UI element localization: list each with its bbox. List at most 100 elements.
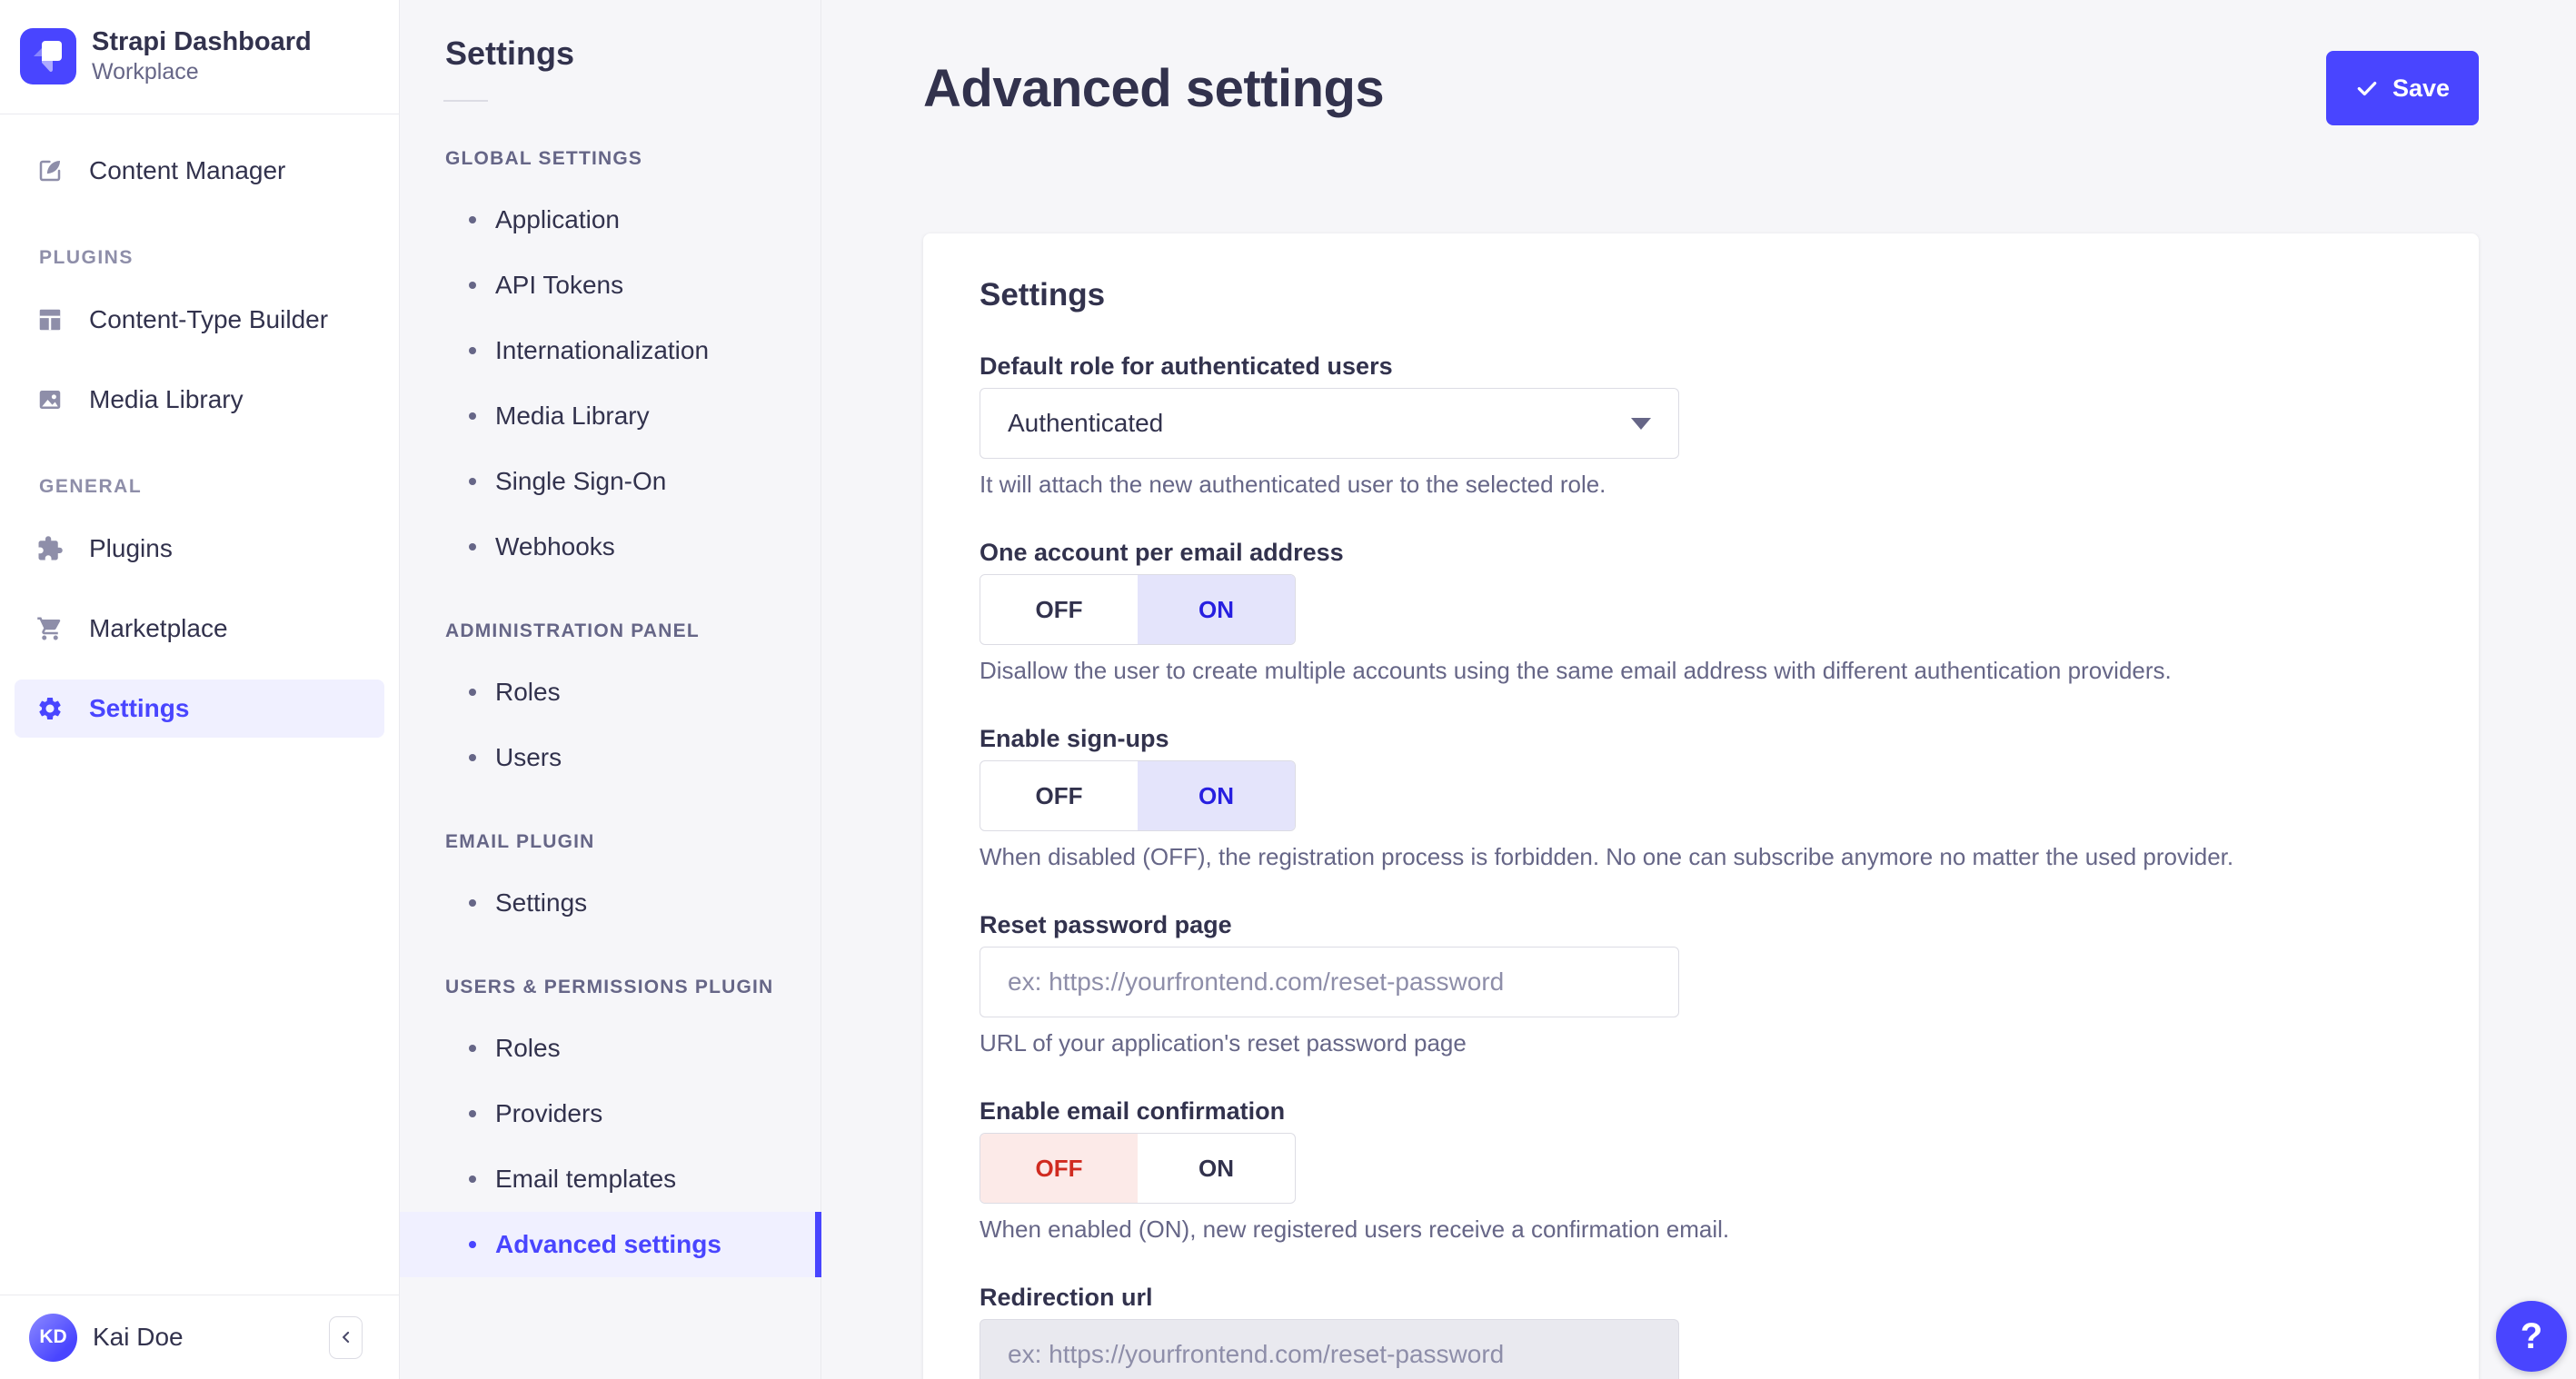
sidebar-item-content-type-builder[interactable]: Content-Type Builder (0, 280, 399, 360)
field-enable-sign-ups: Enable sign-ups OFF ON When disabled (OF… (980, 724, 2422, 872)
subnav-item-label: Settings (495, 888, 588, 917)
subnav-divider (443, 100, 488, 102)
picture-icon (39, 391, 61, 409)
subnav-item-label: Media Library (495, 402, 650, 430)
subnav-item-internationalization[interactable]: Internationalization (400, 318, 821, 383)
subnav-title: Settings (445, 35, 575, 72)
subnav-section-header: USERS & PERMISSIONS PLUGIN (445, 977, 774, 997)
subnav-item-email-templates[interactable]: Email templates (400, 1146, 821, 1212)
chevron-left-icon (342, 1331, 349, 1344)
field-label: One account per email address (980, 539, 1344, 566)
puzzle-icon (38, 536, 63, 561)
save-button-label: Save (2392, 74, 2450, 102)
sign-ups-toggle: OFF ON (980, 760, 1296, 831)
field-hint: When enabled (ON), new registered users … (980, 1215, 1730, 1243)
subnav-section-header: ADMINISTRATION PANEL (445, 620, 700, 641)
subnav-item-label: Email templates (495, 1165, 677, 1193)
sidebar-item-label: Media Library (89, 385, 244, 413)
toggle-off-option[interactable]: OFF (980, 1134, 1138, 1203)
subnav-item-single-sign-on[interactable]: Single Sign-On (400, 449, 821, 514)
default-role-select[interactable]: Authenticated (980, 388, 1679, 459)
subnav-section-users-permissions-plugin: USERS & PERMISSIONS PLUGIN Roles Provide… (400, 976, 821, 1277)
help-button[interactable]: ? (2496, 1301, 2567, 1372)
field-label: Redirection url (980, 1284, 1153, 1311)
toggle-on-option[interactable]: ON (1138, 575, 1295, 644)
subnav-section-header: EMAIL PLUGIN (445, 831, 595, 852)
workspace-name: Workplace (92, 59, 199, 84)
subnav-item-label: Webhooks (495, 532, 615, 561)
cart-icon (37, 617, 61, 640)
field-hint: Disallow the user to create multiple acc… (980, 657, 2172, 684)
avatar: KD (29, 1313, 77, 1362)
redirection-url-input (980, 1319, 1679, 1379)
sidebar-item-marketplace[interactable]: Marketplace (0, 589, 399, 669)
subnav-item-advanced-settings[interactable]: Advanced settings (400, 1212, 821, 1277)
subnav-item-label: Application (495, 205, 620, 233)
app-title: Strapi Dashboard (92, 27, 312, 56)
reset-password-input[interactable] (980, 947, 1679, 1017)
subnav-item-label: Roles (495, 1034, 561, 1062)
subnav-item-providers[interactable]: Providers (400, 1081, 821, 1146)
subnav-item-roles-admin[interactable]: Roles (400, 660, 821, 725)
email-confirmation-toggle: OFF ON (980, 1133, 1296, 1204)
sidebar-item-media-library[interactable]: Media Library (0, 360, 399, 440)
sidebar-item-plugins[interactable]: Plugins (0, 509, 399, 589)
subnav-item-roles-up[interactable]: Roles (400, 1016, 821, 1081)
subnav-item-label: Users (495, 743, 562, 771)
sidebar-section-plugins: PLUGINS (39, 247, 134, 268)
field-hint: When disabled (OFF), the registration pr… (980, 843, 2234, 870)
field-hint: URL of your application's reset password… (980, 1029, 1467, 1057)
subnav-item-label: Roles (495, 678, 561, 706)
sidebar-item-label: Plugins (89, 534, 173, 562)
subnav-item-label: API Tokens (495, 271, 624, 299)
subnav-section-header: GLOBAL SETTINGS (445, 148, 643, 169)
layout-grid-icon (39, 309, 61, 331)
field-redirection-url: Redirection url (980, 1283, 2422, 1379)
sidebar-item-label: Content Manager (89, 156, 286, 184)
field-one-account: One account per email address OFF ON Dis… (980, 538, 2422, 686)
subnav-section-administration-panel: ADMINISTRATION PANEL Roles Users (400, 620, 821, 790)
sidebar-item-settings[interactable]: Settings (0, 669, 399, 749)
save-button[interactable]: Save (2325, 51, 2479, 125)
page-title: Advanced settings (923, 58, 1385, 118)
subnav-item-application[interactable]: Application (400, 187, 821, 253)
sidebar-item-label: Settings (89, 694, 190, 722)
subnav-item-label: Internationalization (495, 336, 710, 364)
field-reset-password: Reset password page URL of your applicat… (980, 910, 2422, 1058)
subnav-section-email-plugin: EMAIL PLUGIN Settings (400, 830, 821, 936)
workspace-brand: Strapi Dashboard Workplace (0, 0, 399, 86)
check-icon (2357, 81, 2377, 96)
toggle-off-option[interactable]: OFF (980, 761, 1138, 830)
settings-card: Settings Default role for authenticated … (923, 233, 2479, 1379)
subnav-item-media-library[interactable]: Media Library (400, 383, 821, 449)
field-email-confirmation: Enable email confirmation OFF ON When en… (980, 1096, 2422, 1245)
subnav-item-users[interactable]: Users (400, 725, 821, 790)
sidebar-item-content-manager[interactable]: Content Manager (0, 131, 399, 211)
subnav-item-api-tokens[interactable]: API Tokens (400, 253, 821, 318)
subnav-item-label: Providers (495, 1099, 603, 1127)
collapse-sidebar-button[interactable] (329, 1315, 363, 1359)
toggle-on-option[interactable]: ON (1138, 1134, 1295, 1203)
main-sidebar: Strapi Dashboard Workplace Content Manag… (0, 0, 400, 1379)
sidebar-section-general: GENERAL (39, 476, 143, 497)
field-label: Reset password page (980, 911, 1232, 938)
subnav-item-label: Advanced settings (495, 1230, 721, 1258)
gear-icon (39, 698, 61, 719)
toggle-on-option[interactable]: ON (1138, 761, 1295, 830)
main-content: Advanced settings Save Settings Default … (821, 0, 2576, 1379)
subnav-item-label: Single Sign-On (495, 467, 667, 495)
subnav-section-global-settings: GLOBAL SETTINGS Application API Tokens I… (400, 147, 821, 580)
field-label: Enable email confirmation (980, 1097, 1286, 1125)
sidebar-nav: Content Manager PLUGINS Content-Type Bui… (0, 114, 399, 749)
subnav-item-webhooks[interactable]: Webhooks (400, 514, 821, 580)
select-value: Authenticated (1008, 409, 1164, 437)
sidebar-item-label: Marketplace (89, 614, 228, 642)
toggle-off-option[interactable]: OFF (980, 575, 1138, 644)
field-hint: It will attach the new authenticated use… (980, 471, 1606, 498)
question-mark-icon: ? (2520, 1315, 2543, 1356)
feather-icon (39, 160, 61, 182)
field-label: Enable sign-ups (980, 725, 1169, 752)
page-header: Advanced settings Save (923, 45, 2479, 131)
one-account-toggle: OFF ON (980, 574, 1296, 645)
subnav-item-email-settings[interactable]: Settings (400, 870, 821, 936)
